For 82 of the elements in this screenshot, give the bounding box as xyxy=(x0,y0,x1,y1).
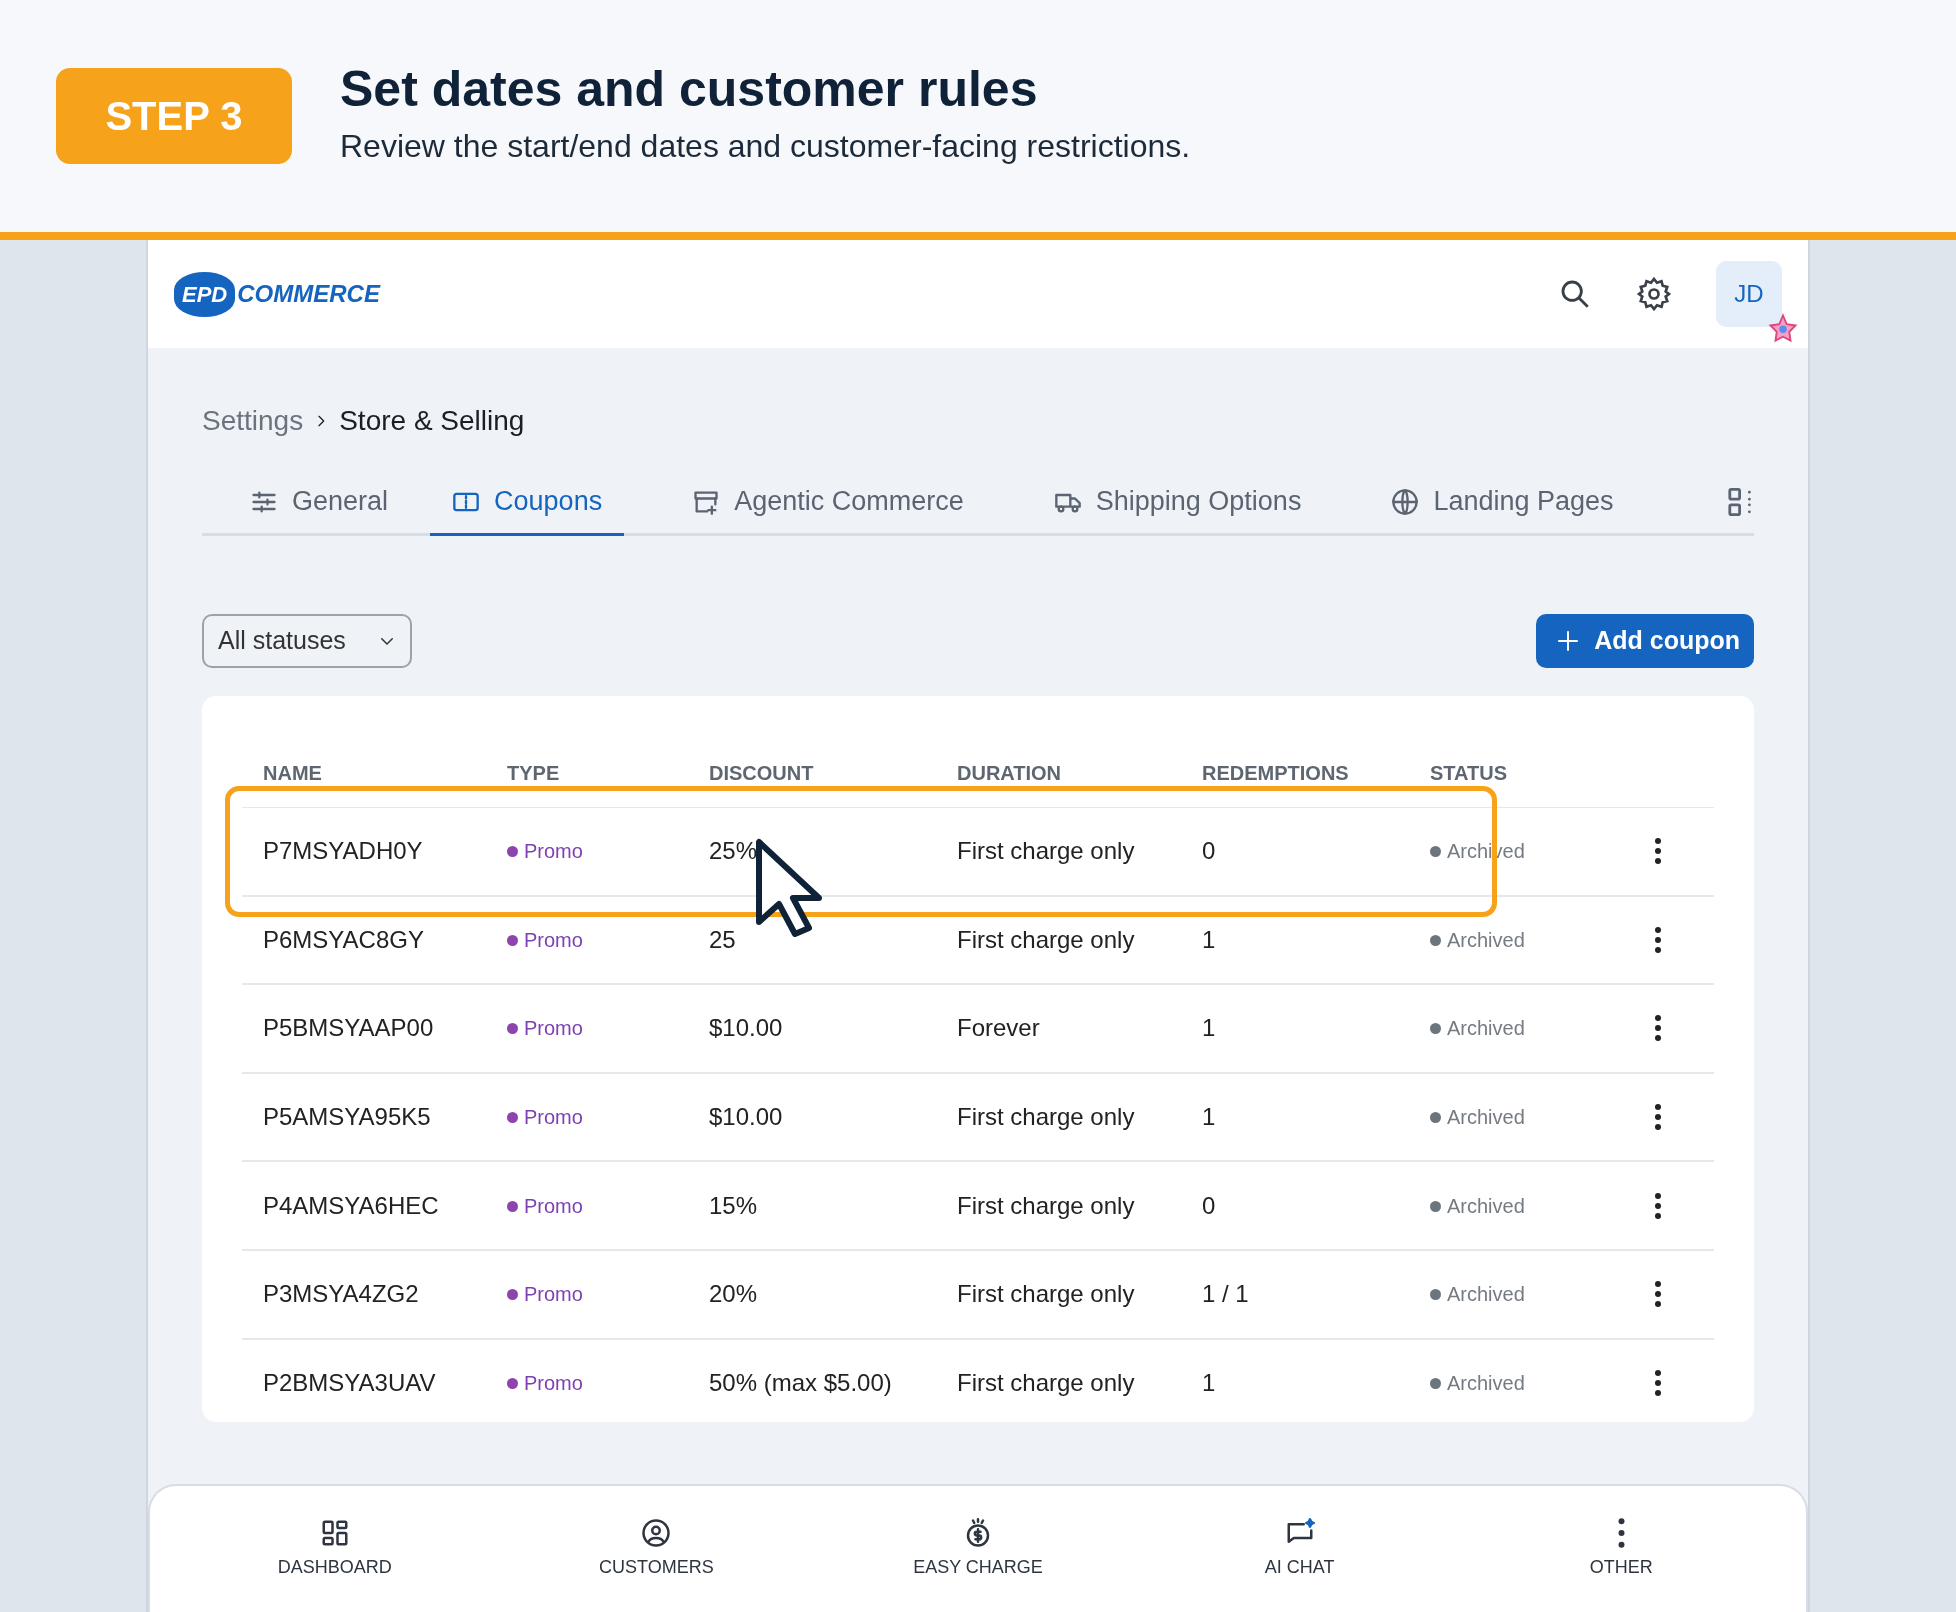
coupon-name: P5AMSYA95K5 xyxy=(263,1102,432,1133)
cursor-icon xyxy=(755,838,823,938)
grid-menu-icon[interactable] xyxy=(1728,487,1754,516)
type-tag: Promo xyxy=(507,1367,709,1398)
coupon-name: P5BMSYAAP00 xyxy=(263,1013,435,1044)
step-subtitle: Review the start/end dates and customer-facing restrictions. xyxy=(340,127,1191,166)
duration-cell-text: First charge only xyxy=(957,1102,1136,1133)
status-tag: Archived xyxy=(1430,1013,1654,1044)
type-tag: Promo xyxy=(507,1190,709,1221)
column-header: TYPE xyxy=(507,760,561,786)
user-avatar[interactable]: JD xyxy=(1716,261,1782,327)
redemptions-cell-text: 0 xyxy=(1202,1190,1217,1221)
discount-cell-text: $10.00 xyxy=(709,1013,784,1044)
settings-icon[interactable] xyxy=(1636,276,1672,312)
column-header: STATUS xyxy=(1430,760,1509,786)
duration-cell-text: First charge only xyxy=(957,924,1136,955)
logo-mark: EPD xyxy=(174,271,236,317)
tab[interactable]: Agentic Commerce xyxy=(644,470,986,536)
coupon-name: P6MSYAC8GY xyxy=(263,924,425,955)
star-badge-icon xyxy=(1768,313,1798,343)
column-header: REDEMPTIONS xyxy=(1202,760,1350,786)
status-filter-dropdown[interactable]: All statuses xyxy=(202,614,412,668)
type-tag: Promo xyxy=(507,836,709,867)
type-tag: Promo xyxy=(507,1013,709,1044)
tab[interactable]: General xyxy=(202,470,411,536)
tab[interactable]: Landing Pages xyxy=(1343,470,1636,536)
duration-cell-text: First charge only xyxy=(957,1190,1136,1221)
column-header: DURATION xyxy=(957,760,1063,786)
plus-icon xyxy=(1556,629,1581,653)
nav-item[interactable]: CUSTOMERS xyxy=(495,1486,818,1612)
redemptions-cell-text: 1 / 1 xyxy=(1202,1279,1250,1310)
globe-icon xyxy=(1391,487,1420,516)
duration-cell-text: Forever xyxy=(957,1013,1041,1044)
column-header: NAME xyxy=(263,760,323,786)
coupon-name: P2BMSYA3UAV xyxy=(263,1367,437,1398)
status-tag: Archived xyxy=(1430,1279,1654,1310)
redemptions-cell-text: 1 xyxy=(1202,924,1217,955)
status-tag: Archived xyxy=(1430,1102,1654,1133)
type-tag: Promo xyxy=(507,1102,709,1133)
nav-item[interactable]: DASHBOARD xyxy=(174,1486,496,1612)
more-icon[interactable] xyxy=(1654,1191,1662,1220)
status-tag: Archived xyxy=(1430,1190,1654,1221)
user-icon xyxy=(641,1517,672,1548)
more-icon xyxy=(1617,1517,1625,1548)
logo-text: COMMERCE xyxy=(237,279,380,309)
status-tag: Archived xyxy=(1430,924,1654,955)
discount-cell-text: 20% xyxy=(709,1279,759,1310)
tab[interactable]: Coupons xyxy=(430,470,625,536)
duration-cell-text: First charge only xyxy=(957,1279,1136,1310)
column-header: DISCOUNT xyxy=(709,760,815,786)
redemptions-cell-text: 1 xyxy=(1202,1013,1217,1044)
nav-item[interactable]: OTHER xyxy=(1460,1486,1782,1612)
discount-cell-text: $10.00 xyxy=(709,1102,784,1133)
discount-cell-text: 50% (max $5.00) xyxy=(709,1367,893,1398)
discount-cell-text: 15% xyxy=(709,1190,759,1221)
breadcrumb-item[interactable]: Settings xyxy=(202,400,304,442)
more-icon[interactable] xyxy=(1654,1014,1662,1043)
more-icon[interactable] xyxy=(1654,1103,1662,1132)
more-icon[interactable] xyxy=(1654,1280,1662,1309)
tab[interactable]: Shipping Options xyxy=(1005,470,1324,536)
nav-item[interactable]: EASY CHARGE xyxy=(817,1486,1139,1612)
status-tag: Archived xyxy=(1430,1367,1654,1398)
coupon-name: P7MSYADH0Y xyxy=(263,836,424,867)
duration-cell-text: First charge only xyxy=(957,1367,1136,1398)
redemptions-cell-text: 1 xyxy=(1202,1102,1217,1133)
redemptions-cell-text: 0 xyxy=(1202,836,1217,867)
more-icon[interactable] xyxy=(1654,925,1662,954)
type-tag: Promo xyxy=(507,924,709,955)
type-tag: Promo xyxy=(507,1279,709,1310)
more-icon[interactable] xyxy=(1654,837,1662,866)
nav-item[interactable]: AI CHAT xyxy=(1138,1486,1461,1612)
more-icon[interactable] xyxy=(1654,1368,1662,1397)
breadcrumb-item: Store & Selling xyxy=(339,404,525,438)
duration-cell-text: First charge only xyxy=(957,836,1136,867)
step-badge: STEP 3 xyxy=(56,68,292,164)
coupon-name: P3MSYA4ZG2 xyxy=(263,1279,420,1310)
redemptions-cell-text: 1 xyxy=(1202,1367,1217,1398)
add-coupon-button[interactable]: Add coupon xyxy=(1536,614,1754,668)
step-title: Set dates and customer rules xyxy=(340,64,1039,114)
coupon-name: P4AMSYA6HEC xyxy=(263,1190,440,1221)
discount-cell-text: 25 xyxy=(709,924,737,955)
discount-cell-text: 25% xyxy=(709,836,759,867)
